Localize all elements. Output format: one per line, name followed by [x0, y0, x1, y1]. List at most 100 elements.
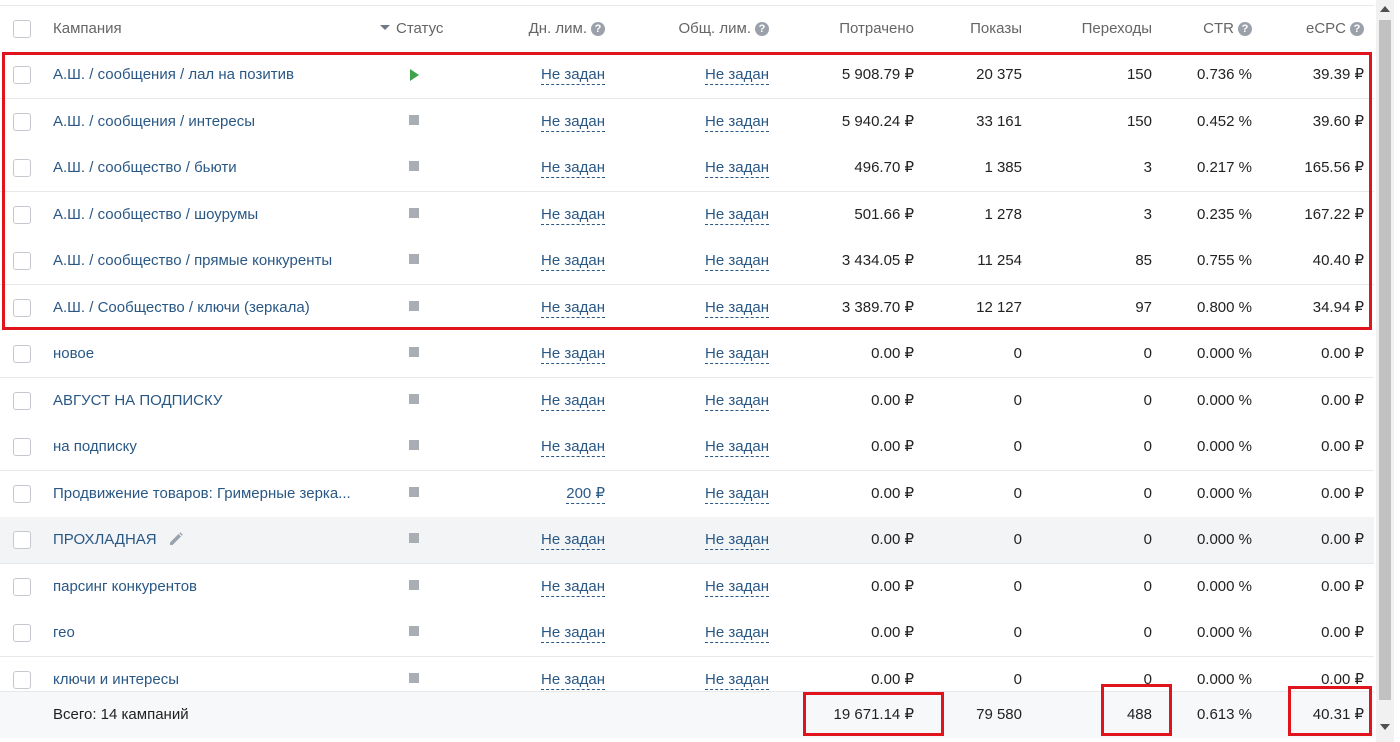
campaign-name-link[interactable]: А.Ш. / сообщения / лал на позитив [53, 66, 294, 83]
table-row[interactable]: АВГУСТ НА ПОДПИСКУ Не задан Не задан 0.00 ₽… [0, 377, 1374, 425]
day-limit-link[interactable]: Не задан [541, 252, 605, 271]
total-limit-link[interactable]: Не задан [705, 578, 769, 597]
row-checkbox[interactable] [13, 298, 31, 317]
row-checkbox[interactable] [13, 531, 31, 549]
stop-icon[interactable] [409, 533, 419, 543]
column-header-clicks[interactable]: Переходы [1030, 6, 1152, 52]
day-limit-link[interactable]: Не задан [541, 159, 605, 178]
help-icon[interactable]: ? [1350, 22, 1364, 36]
total-limit-link[interactable]: Не задан [705, 66, 769, 85]
campaign-name-link[interactable]: А.Ш. / сообщество / бьюти [53, 159, 237, 176]
total-limit-link[interactable]: Не задан [705, 299, 769, 318]
stop-icon[interactable] [409, 207, 419, 218]
column-header-shows[interactable]: Показы [925, 6, 1022, 52]
table-row[interactable]: на подписку Не задан Не задан 0.00 ₽ 0 0 0.000… [0, 424, 1374, 471]
total-limit-link[interactable]: Не задан [705, 485, 769, 504]
day-limit-link[interactable]: Не задан [541, 66, 605, 85]
campaign-name-link[interactable]: А.Ш. / сообщество / шоурумы [53, 206, 258, 223]
table-row[interactable]: гео Не задан Не задан 0.00 ₽ 0 0 0.000 % 0.00 ₽ [0, 610, 1374, 657]
day-limit-link[interactable]: Не задан [541, 578, 605, 597]
stop-icon[interactable] [409, 440, 419, 450]
day-limit-link[interactable]: Не задан [541, 531, 605, 550]
total-limit-link[interactable]: Не задан [705, 345, 769, 364]
total-limit-link[interactable]: Не задан [705, 671, 769, 690]
table-row[interactable]: новое Не задан Не задан 0.00 ₽ 0 0 0.000 % 0.00… [0, 331, 1374, 378]
column-header-spent[interactable]: Потрачено [780, 6, 914, 52]
day-limit-link[interactable]: 200 ₽ [566, 485, 605, 504]
row-checkbox[interactable] [13, 624, 31, 642]
help-icon[interactable]: ? [755, 22, 769, 36]
stop-icon[interactable] [409, 486, 419, 497]
column-header-ecpc[interactable]: eCPC? [1265, 6, 1364, 52]
day-limit-link[interactable]: Не задан [541, 299, 605, 318]
campaign-name-link[interactable]: А.Ш. / Сообщество / ключи (зеркала) [53, 299, 310, 316]
scrollbar-thumb[interactable] [1379, 20, 1391, 700]
stop-icon[interactable] [409, 579, 419, 590]
row-checkbox[interactable] [13, 112, 31, 131]
total-limit-link[interactable]: Не задан [705, 392, 769, 411]
campaign-name-link[interactable]: Продвижение товаров: Гримерные зерка... [53, 485, 351, 502]
table-row[interactable]: Продвижение товаров: Гримерные зерка... 2… [0, 470, 1374, 518]
total-limit-link[interactable]: Не задан [705, 531, 769, 550]
table-row[interactable]: парсинг конкурентов Не задан Не задан 0.00 … [0, 563, 1374, 611]
table-row[interactable]: ПРОХЛАДНАЯ Не задан Не задан 0.00 ₽ 0 0 0.000 … [0, 517, 1374, 564]
row-checkbox[interactable] [13, 577, 31, 596]
vertical-scrollbar[interactable] [1376, 0, 1394, 742]
table-row[interactable]: А.Ш. / сообщество / прямые конкуренты Не … [0, 238, 1374, 285]
stop-icon[interactable] [409, 254, 419, 264]
campaign-name-link[interactable]: А.Ш. / сообщения / интересы [53, 113, 255, 130]
day-limit-link[interactable]: Не задан [541, 671, 605, 690]
scroll-up-arrow-icon[interactable] [1380, 6, 1390, 12]
total-limit-link[interactable]: Не задан [705, 438, 769, 457]
select-all-checkbox[interactable] [13, 20, 31, 38]
help-icon[interactable]: ? [591, 22, 605, 36]
total-limit-link[interactable]: Не задан [705, 624, 769, 643]
campaign-name-link[interactable]: гео [53, 624, 75, 641]
campaign-name-link[interactable]: А.Ш. / сообщество / прямые конкуренты [53, 252, 332, 269]
campaign-name-link[interactable]: ключи и интересы [53, 671, 179, 688]
campaign-name-link[interactable]: ПРОХЛАДНАЯ [53, 531, 157, 548]
campaign-name-link[interactable]: новое [53, 345, 94, 362]
edit-pencil-icon[interactable] [169, 519, 183, 563]
stop-icon[interactable] [409, 300, 419, 311]
stop-icon[interactable] [409, 161, 419, 171]
table-row[interactable]: А.Ш. / сообщения / интересы Не задан Не за… [0, 98, 1374, 146]
campaign-name-link[interactable]: парсинг конкурентов [53, 578, 197, 595]
row-checkbox[interactable] [13, 438, 31, 456]
row-checkbox[interactable] [13, 484, 31, 503]
total-limit-link[interactable]: Не задан [705, 113, 769, 132]
day-limit-link[interactable]: Не задан [541, 438, 605, 457]
total-limit-link[interactable]: Не задан [705, 159, 769, 178]
column-header-status[interactable]: Статус [380, 6, 455, 52]
column-header-ctr[interactable]: CTR? [1160, 6, 1252, 52]
column-header-total-limit[interactable]: Общ. лим.? [620, 6, 769, 52]
campaign-name-link[interactable]: на подписку [53, 438, 137, 455]
table-row[interactable]: А.Ш. / сообщения / лал на позитив Не зада… [0, 52, 1374, 99]
total-limit-link[interactable]: Не задан [705, 252, 769, 271]
day-limit-link[interactable]: Не задан [541, 345, 605, 364]
play-icon[interactable] [410, 69, 419, 81]
table-row[interactable]: А.Ш. / Сообщество / ключи (зеркала) Не за… [0, 284, 1374, 332]
row-checkbox[interactable] [13, 252, 31, 270]
stop-icon[interactable] [409, 347, 419, 357]
row-checkbox[interactable] [13, 159, 31, 177]
stop-icon[interactable] [409, 626, 419, 636]
column-header-day-limit[interactable]: Дн. лим.? [470, 6, 605, 52]
row-checkbox[interactable] [13, 670, 31, 689]
day-limit-link[interactable]: Не задан [541, 624, 605, 643]
row-checkbox[interactable] [13, 66, 31, 84]
scroll-down-arrow-icon[interactable] [1380, 724, 1390, 730]
campaign-name-link[interactable]: АВГУСТ НА ПОДПИСКУ [53, 392, 222, 409]
column-header-campaign[interactable]: Кампания [53, 6, 383, 52]
row-checkbox[interactable] [13, 391, 31, 410]
row-checkbox[interactable] [13, 345, 31, 363]
help-icon[interactable]: ? [1238, 22, 1252, 36]
day-limit-link[interactable]: Не задан [541, 392, 605, 411]
stop-icon[interactable] [409, 114, 419, 125]
day-limit-link[interactable]: Не задан [541, 206, 605, 225]
table-row[interactable]: А.Ш. / сообщество / шоурумы Не задан Не за… [0, 191, 1374, 239]
stop-icon[interactable] [409, 393, 419, 404]
stop-icon[interactable] [409, 672, 419, 683]
total-limit-link[interactable]: Не задан [705, 206, 769, 225]
table-row[interactable]: А.Ш. / сообщество / бьюти Не задан Не зада… [0, 145, 1374, 192]
